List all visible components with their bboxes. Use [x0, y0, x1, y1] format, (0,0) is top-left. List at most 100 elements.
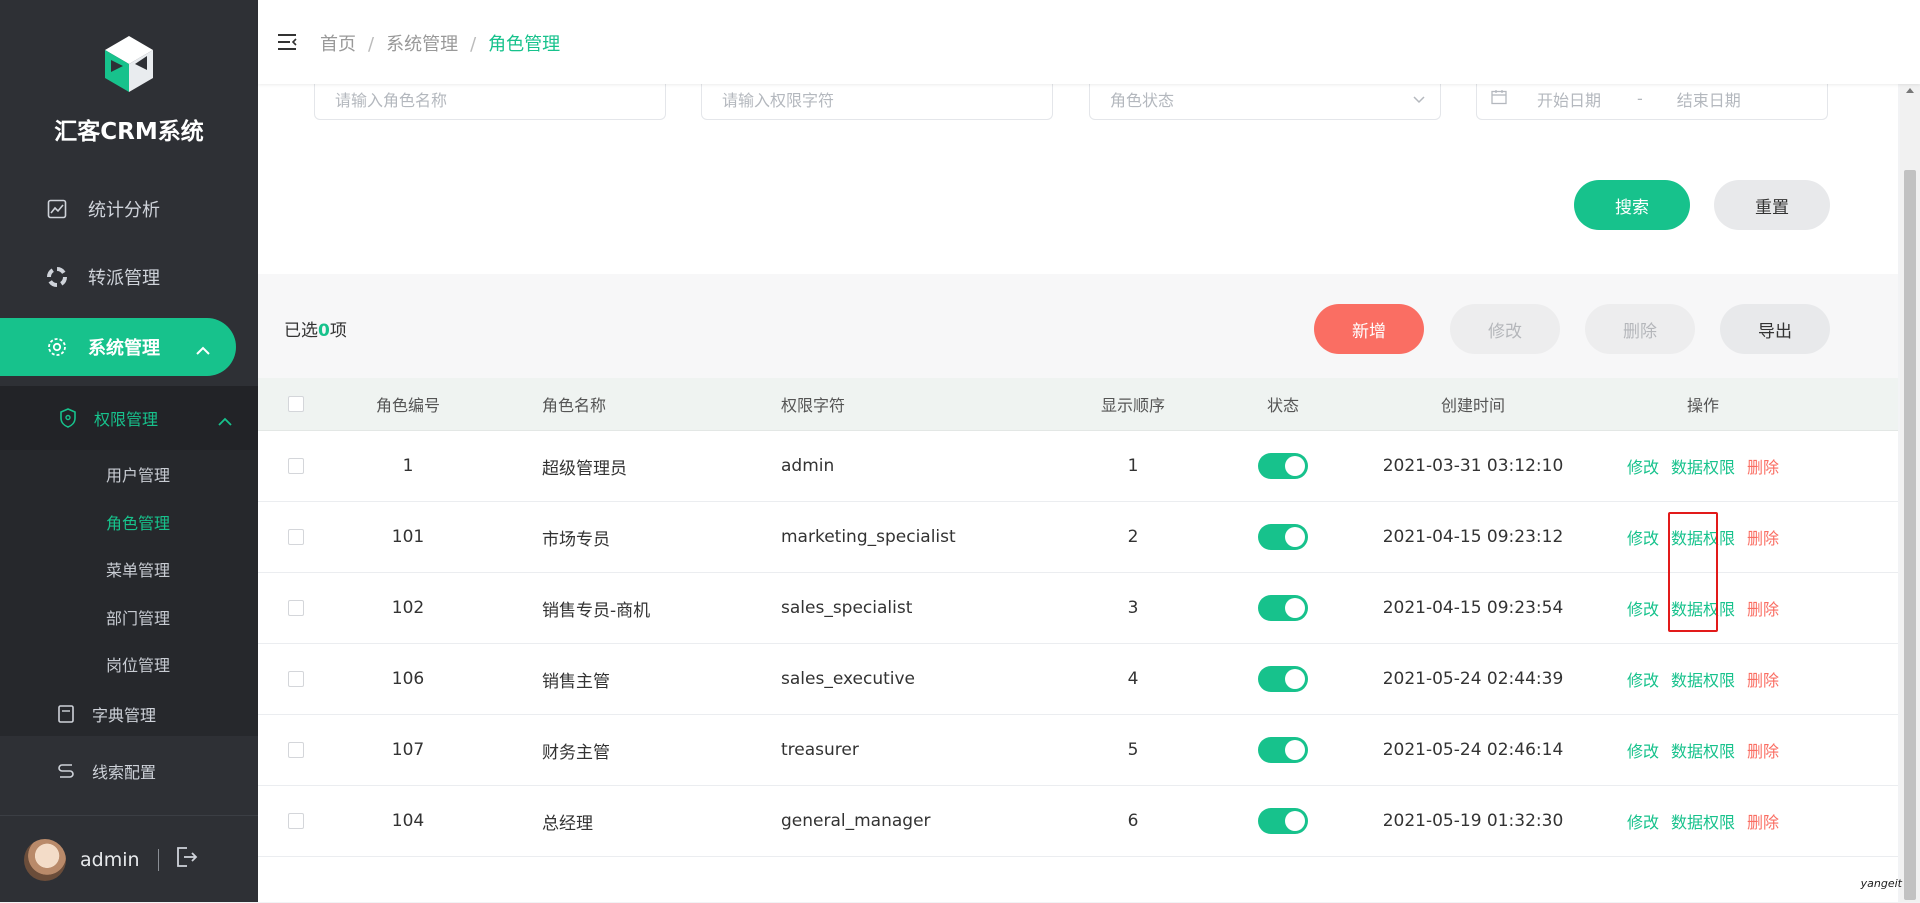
logout-icon[interactable]: [175, 846, 199, 873]
chart-icon: [46, 198, 68, 220]
role-name: 市场专员: [542, 529, 610, 550]
scroll-up-icon[interactable]: [1906, 88, 1914, 93]
sidebar-item-menus[interactable]: 菜单管理: [106, 557, 170, 581]
role-key: sales_specialist: [781, 598, 913, 618]
chevron-down-icon: [1412, 90, 1426, 109]
search-button[interactable]: 搜索: [1574, 180, 1690, 230]
role-name: 财务主管: [542, 742, 610, 763]
row-checkbox[interactable]: [288, 529, 304, 545]
delete-link[interactable]: 删除: [1747, 454, 1779, 478]
delete-button[interactable]: 删除: [1585, 304, 1695, 354]
row-checkbox[interactable]: [288, 671, 304, 687]
col-status: 状态: [1266, 396, 1299, 415]
role-key-input[interactable]: 请输入权限字符: [701, 78, 1053, 120]
ops-cell: 修改 数据权限 删除: [1588, 715, 1818, 785]
sidebar-item-dict[interactable]: 字典管理: [0, 694, 258, 734]
role-name-input[interactable]: 请输入角色名称: [314, 78, 666, 120]
status-cell: [1218, 573, 1348, 643]
row-checkbox[interactable]: [288, 813, 304, 829]
col-role-name: 角色名称: [542, 396, 607, 415]
export-button[interactable]: 导出: [1720, 304, 1830, 354]
delete-link[interactable]: 删除: [1747, 667, 1779, 691]
sidebar-item-depts[interactable]: 部门管理: [106, 605, 170, 629]
row-checkbox-cell: [288, 431, 304, 501]
delete-link[interactable]: 删除: [1747, 596, 1779, 620]
sidebar-item-system[interactable]: 系统管理: [0, 318, 236, 376]
created-time: 2021-05-24 02:44:39: [1382, 669, 1564, 689]
top-bar: 首页 / 系统管理 / 角色管理: [258, 0, 1920, 84]
transfer-icon: [46, 266, 68, 288]
start-date-placeholder: 开始日期: [1537, 90, 1602, 110]
row-checkbox[interactable]: [288, 458, 304, 474]
role-name: 销售主管: [542, 671, 610, 692]
role-status-select[interactable]: 角色状态: [1089, 78, 1441, 120]
sidebar-item-stats[interactable]: 统计分析: [0, 180, 258, 238]
sidebar-group-label: 权限管理: [94, 410, 159, 429]
sidebar-item-roles[interactable]: 角色管理: [106, 510, 170, 534]
breadcrumb-home[interactable]: 首页: [320, 34, 356, 55]
date-range-picker[interactable]: 开始日期 - 结束日期: [1476, 78, 1828, 120]
sidebar-item-clue-config[interactable]: 线索配置: [0, 751, 258, 791]
chevron-up-icon: [218, 412, 232, 431]
breadcrumb-system[interactable]: 系统管理: [386, 34, 458, 55]
status-toggle[interactable]: [1258, 737, 1308, 763]
sidebar-item-label: 系统管理: [88, 338, 160, 359]
role-name: 总经理: [542, 813, 593, 834]
edit-link[interactable]: 修改: [1627, 454, 1659, 478]
edit-link[interactable]: 修改: [1627, 738, 1659, 762]
avatar[interactable]: [24, 838, 66, 881]
sidebar: 汇客CRM系统 统计分析 转派管理 系统管理 权限管理 用户管理 角色管理 菜单…: [0, 0, 258, 902]
delete-link[interactable]: 删除: [1747, 809, 1779, 833]
row-checkbox-cell: [288, 786, 304, 856]
role-name: 销售专员-商机: [542, 600, 651, 621]
data-scope-link[interactable]: 数据权限: [1671, 667, 1735, 691]
sidebar-item-label: 统计分析: [88, 200, 160, 221]
status-toggle[interactable]: [1258, 595, 1308, 621]
edit-link[interactable]: 修改: [1627, 667, 1659, 691]
created-time: 2021-03-31 03:12:10: [1382, 456, 1564, 476]
sidebar-item-label: 字典管理: [92, 706, 157, 725]
row-checkbox[interactable]: [288, 600, 304, 616]
edit-link[interactable]: 修改: [1627, 525, 1659, 549]
sidebar-group-permissions[interactable]: 权限管理: [0, 386, 258, 450]
ops-cell: 修改 数据权限 删除: [1588, 644, 1818, 714]
reset-button[interactable]: 重置: [1714, 180, 1830, 230]
role-sort: 1: [1127, 456, 1139, 476]
add-button[interactable]: 新增: [1314, 304, 1424, 354]
col-role-key: 权限字符: [781, 396, 846, 415]
submenu-permissions: 权限管理 用户管理 角色管理 菜单管理 部门管理 岗位管理: [0, 386, 258, 736]
sidebar-item-users[interactable]: 用户管理: [106, 462, 170, 486]
data-scope-link[interactable]: 数据权限: [1671, 738, 1735, 762]
status-toggle[interactable]: [1258, 524, 1308, 550]
divider: [157, 848, 159, 871]
created-time: 2021-05-19 01:32:30: [1382, 811, 1564, 831]
role-id: 104: [391, 811, 425, 831]
role-sort: 2: [1127, 527, 1139, 547]
status-toggle[interactable]: [1258, 808, 1308, 834]
scrollbar[interactable]: [1900, 84, 1920, 902]
edit-link[interactable]: 修改: [1627, 596, 1659, 620]
sidebar-item-posts[interactable]: 岗位管理: [106, 652, 170, 676]
role-sort: 6: [1127, 811, 1139, 831]
row-checkbox-cell: [288, 644, 304, 714]
role-name: 超级管理员: [542, 458, 627, 479]
selection-prefix: 已选: [284, 321, 318, 341]
edit-link[interactable]: 修改: [1627, 809, 1659, 833]
status-toggle[interactable]: [1258, 453, 1308, 479]
data-scope-link[interactable]: 数据权限: [1671, 809, 1735, 833]
scroll-thumb[interactable]: [1904, 170, 1916, 900]
row-checkbox[interactable]: [288, 742, 304, 758]
sidebar-item-transfer[interactable]: 转派管理: [0, 248, 258, 306]
col-sort: 显示顺序: [1100, 396, 1165, 415]
delete-link[interactable]: 删除: [1747, 738, 1779, 762]
data-scope-link[interactable]: 数据权限: [1671, 454, 1735, 478]
col-ops: 操作: [1686, 396, 1719, 415]
menu-toggle-icon[interactable]: [278, 34, 298, 55]
status-toggle[interactable]: [1258, 666, 1308, 692]
delete-link[interactable]: 删除: [1747, 525, 1779, 549]
col-created: 创建时间: [1440, 396, 1505, 415]
edit-button[interactable]: 修改: [1450, 304, 1560, 354]
app-title: 汇客CRM系统: [54, 119, 204, 145]
created-time: 2021-04-15 09:23:12: [1382, 527, 1564, 547]
select-all-checkbox[interactable]: [288, 396, 304, 412]
